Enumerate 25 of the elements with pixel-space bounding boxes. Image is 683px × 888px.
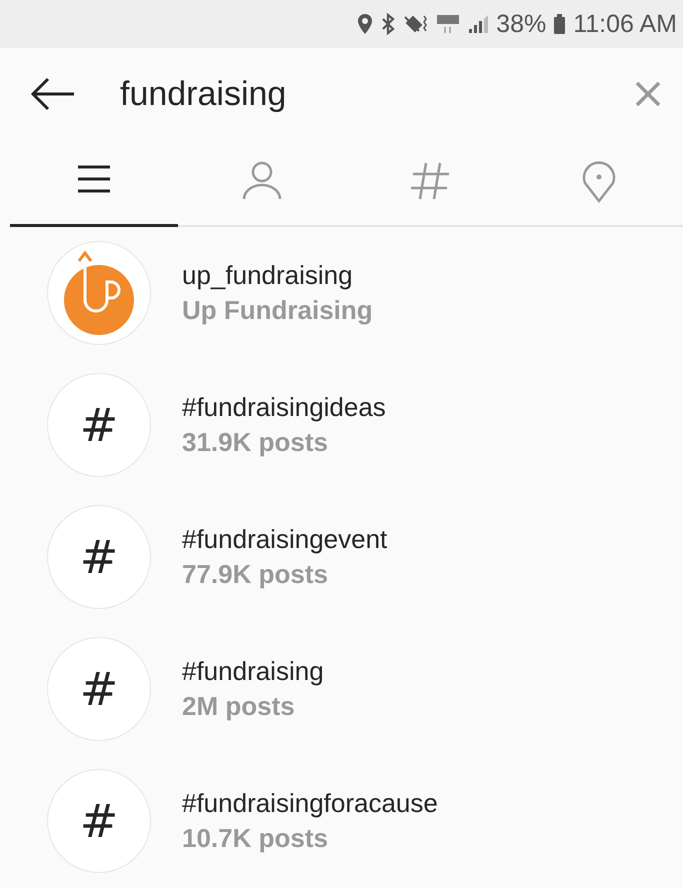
battery-percent: 38% xyxy=(496,10,546,38)
signal-icon xyxy=(467,13,490,35)
network-icon xyxy=(436,13,460,35)
full-name: Up Fundraising xyxy=(182,295,373,326)
result-title[interactable]: #fundraisingforacause xyxy=(182,788,438,819)
post-count: 2M posts xyxy=(182,691,296,722)
location-icon xyxy=(357,13,374,35)
result-title[interactable]: #fundraising xyxy=(182,656,324,687)
close-icon[interactable] xyxy=(635,81,661,107)
bluetooth-icon xyxy=(380,13,396,35)
hashtag-avatar: # xyxy=(47,637,151,741)
back-arrow-icon[interactable] xyxy=(30,77,76,111)
vibrate-icon xyxy=(403,13,430,35)
search-field[interactable]: fundraising xyxy=(120,74,635,114)
post-count: 77.9K posts xyxy=(182,559,329,590)
hashtag-avatar: # xyxy=(47,769,151,873)
battery-icon xyxy=(553,13,566,35)
result-title[interactable]: #fundraisingevent xyxy=(182,524,388,555)
clock-time: 11:06 AM xyxy=(573,10,677,38)
result-title[interactable]: up_fundraising xyxy=(182,260,373,291)
hashtag-avatar: # xyxy=(47,373,151,477)
hashtag-avatar: # xyxy=(47,505,151,609)
result-title[interactable]: #fundraisingideas xyxy=(182,392,386,423)
post-count: 10.7K posts xyxy=(182,823,329,854)
post-count: 31.9K posts xyxy=(182,427,329,458)
